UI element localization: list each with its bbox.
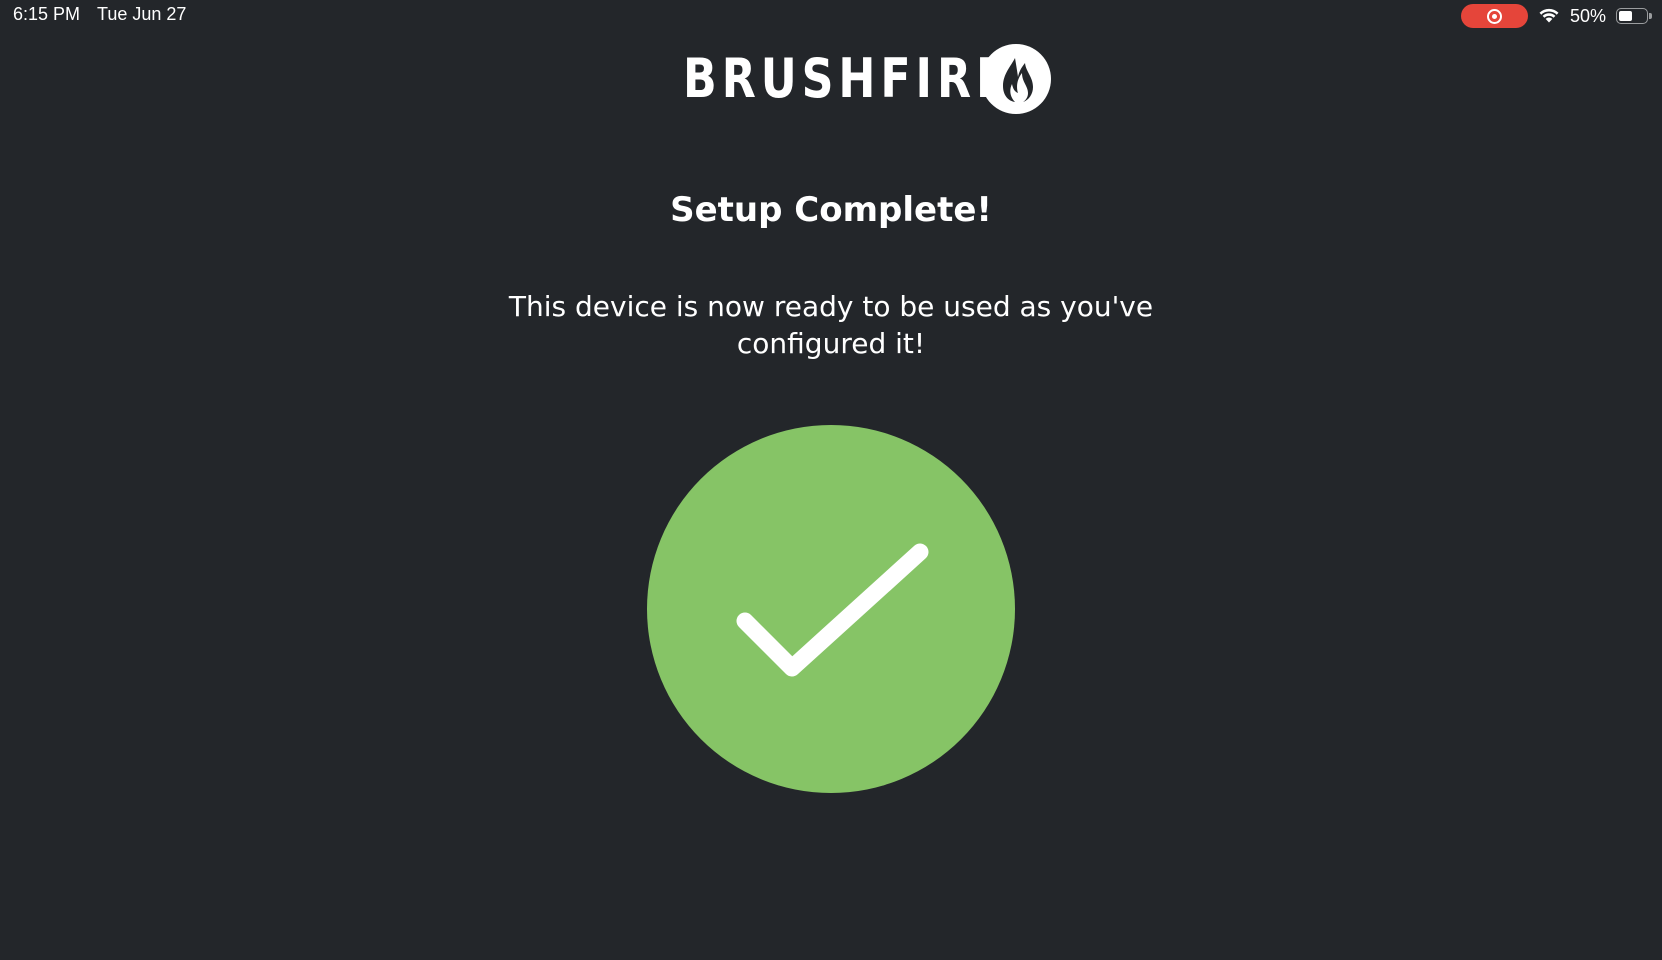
brand-header: BRUSHFIRE xyxy=(0,44,1662,114)
screen-recording-indicator[interactable] xyxy=(1460,4,1528,28)
status-time: 6:15 PM xyxy=(13,4,81,24)
success-indicator xyxy=(647,425,1015,793)
battery-percentage: 50% xyxy=(1569,5,1606,26)
status-right: 50% xyxy=(1460,3,1652,29)
wifi-icon xyxy=(1538,6,1560,27)
battery-icon xyxy=(1616,8,1652,24)
checkmark-icon xyxy=(736,543,929,677)
setup-complete-screen: 6:15 PM Tue Jun 27 50% BRUSHFIRE Setup C… xyxy=(0,0,1662,960)
record-icon xyxy=(1486,8,1502,24)
status-bar: 6:15 PM Tue Jun 27 50% xyxy=(0,0,1662,32)
page-title: Setup Complete! xyxy=(670,190,992,230)
status-left: 6:15 PM Tue Jun 27 xyxy=(13,4,186,25)
setup-message: This device is now ready to be used as y… xyxy=(508,290,1154,360)
brand-wordmark: BRUSHFIRE xyxy=(682,47,1012,110)
status-date: Tue Jun 27 xyxy=(97,4,187,24)
